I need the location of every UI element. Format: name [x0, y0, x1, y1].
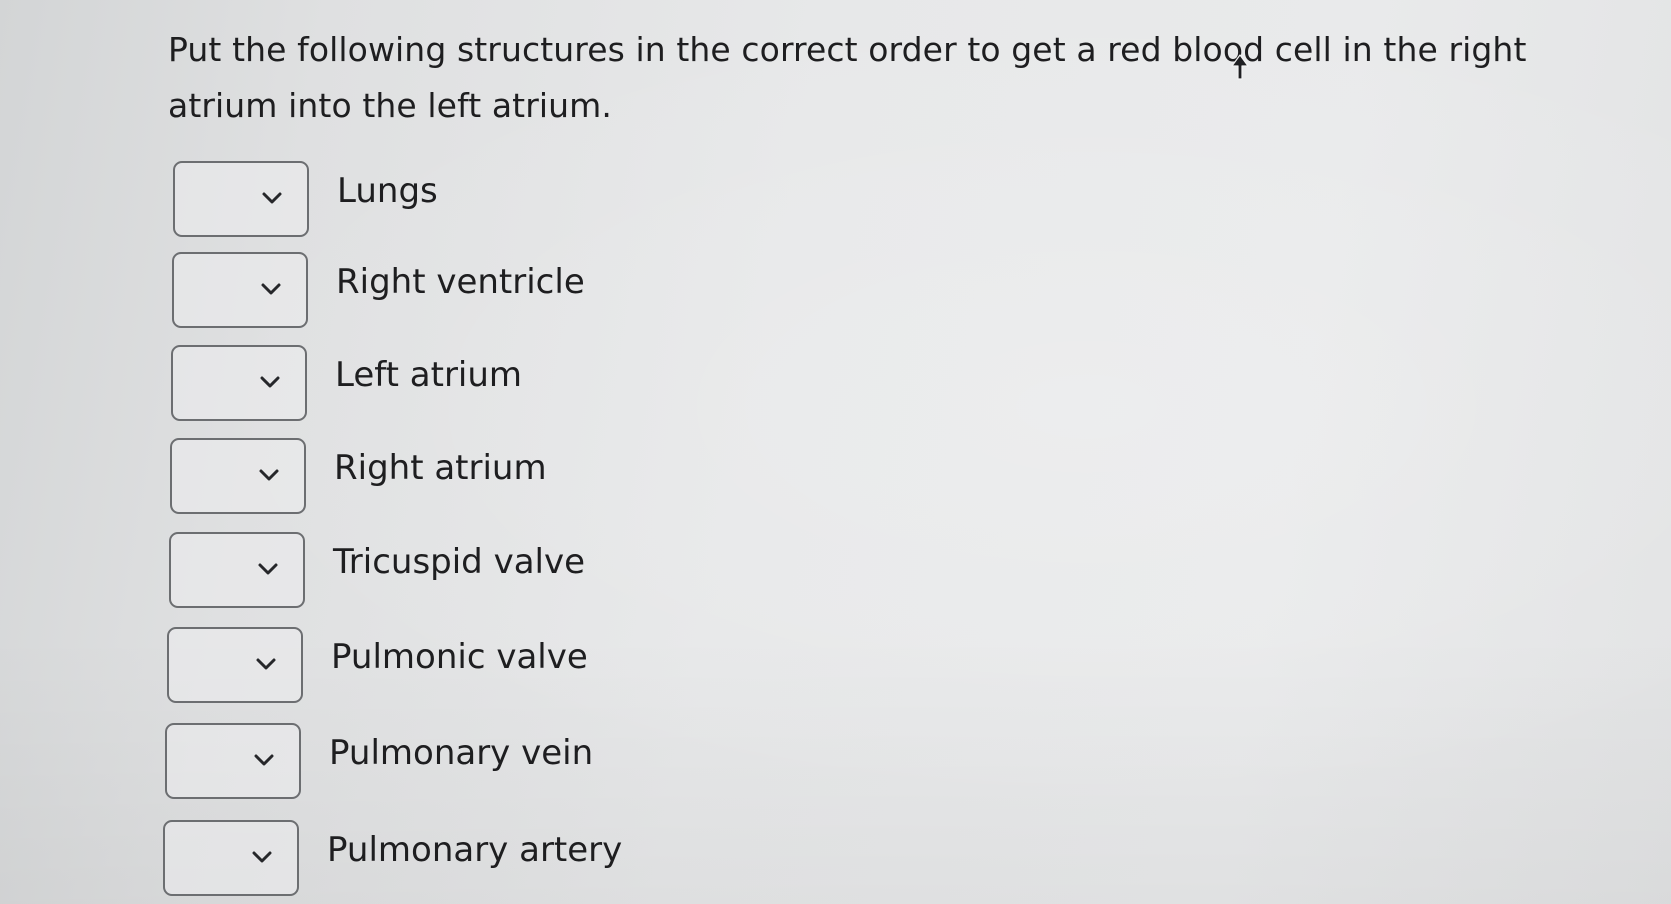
- chevron-down-icon: [262, 192, 282, 204]
- chevron-down-icon: [256, 658, 276, 670]
- structure-label: Right ventricle: [336, 262, 585, 302]
- chevron-down-icon: [254, 754, 274, 766]
- order-select-right-atrium[interactable]: [170, 438, 306, 514]
- chevron-down-icon: [259, 469, 279, 481]
- order-select-right-ventricle[interactable]: [172, 252, 308, 328]
- order-select-left-atrium[interactable]: [171, 345, 307, 421]
- structure-label: Lungs: [337, 171, 438, 211]
- order-select-pulmonary-artery[interactable]: [163, 820, 299, 896]
- question-prompt: Put the following structures in the corr…: [168, 30, 1527, 125]
- chevron-down-icon: [260, 376, 280, 388]
- chevron-down-icon: [258, 563, 278, 575]
- order-select-pulmonary-vein[interactable]: [165, 723, 301, 799]
- chevron-down-icon: [252, 851, 272, 863]
- structure-label: Pulmonary vein: [329, 733, 594, 773]
- structure-label: Tricuspid valve: [333, 542, 586, 582]
- structure-label: Pulmonic valve: [331, 637, 588, 677]
- order-select-lungs[interactable]: [173, 161, 309, 237]
- chevron-down-icon: [261, 283, 281, 295]
- structure-label: Right atrium: [334, 448, 547, 488]
- structure-label: Left atrium: [335, 355, 523, 395]
- order-select-pulmonic-valve[interactable]: [167, 627, 303, 703]
- mouse-pointer-icon: [1231, 54, 1249, 80]
- structure-label: Pulmonary artery: [327, 830, 623, 870]
- order-select-tricuspid-valve[interactable]: [169, 532, 305, 608]
